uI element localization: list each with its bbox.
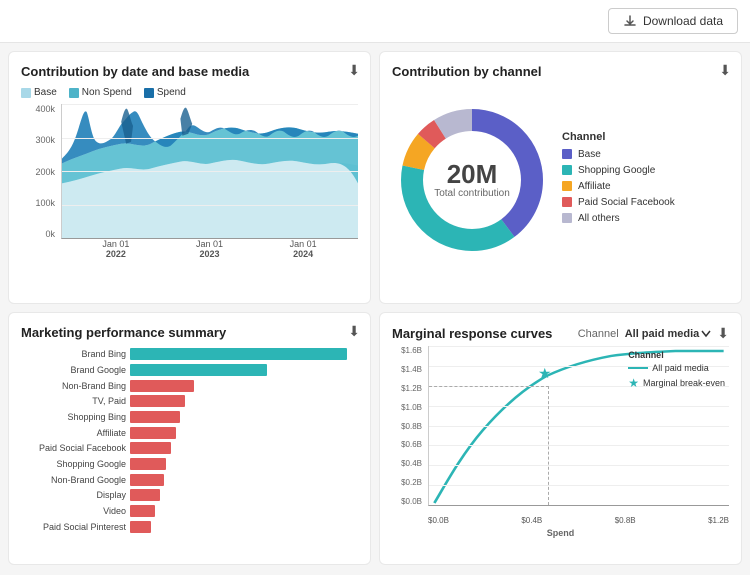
star-icon: ★ bbox=[628, 376, 639, 390]
chart4-yaxis: $1.6B $1.4B $1.2B $1.0B $0.8B $0.6B $0.4… bbox=[392, 346, 426, 506]
channel-select-button[interactable]: All paid media bbox=[625, 328, 712, 340]
chart4-legend: Channel All paid media ★ Marginal break-… bbox=[628, 350, 725, 393]
chart4-area: $1.6B $1.4B $1.2B $1.0B $0.8B $0.6B $0.4… bbox=[392, 346, 729, 526]
chart2-legend: Channel Base Shopping Google Affiliate P… bbox=[562, 131, 729, 229]
legend-item-all-others: All others bbox=[562, 213, 729, 224]
bar-row-display: Display bbox=[21, 489, 358, 502]
bar-row-brand-google: Brand Google bbox=[21, 364, 358, 377]
card-contribution-channel: Contribution by channel ⬇ bbox=[379, 51, 742, 304]
chart4-plot: ★ Channel All paid media ★ Marginal brea… bbox=[428, 346, 729, 506]
download-icon bbox=[623, 14, 637, 28]
legend-item-break-even: ★ Marginal break-even bbox=[628, 376, 725, 390]
card-marketing-performance: Marketing performance summary ⬇ Brand Bi… bbox=[8, 312, 371, 565]
chart4-xlabel: Spend bbox=[392, 528, 729, 538]
chart4-legend-title: Channel bbox=[628, 350, 725, 360]
donut-value: 20M bbox=[434, 160, 510, 189]
legend-item-base: Base bbox=[562, 149, 729, 160]
bar-row-tv-paid: TV, Paid bbox=[21, 395, 358, 408]
top-bar: Download data bbox=[0, 0, 750, 43]
chart4-xaxis: $0.0B $0.4B $0.8B $1.2B bbox=[428, 506, 729, 526]
line-icon bbox=[628, 364, 648, 372]
card2-title: Contribution by channel bbox=[392, 64, 729, 79]
card3-download-icon[interactable]: ⬇ bbox=[348, 323, 360, 340]
legend-spend-label: Spend bbox=[157, 87, 186, 98]
bar-row-shopping-google: Shopping Google bbox=[21, 458, 358, 471]
legend-spend: Spend bbox=[144, 87, 186, 98]
bar-row-paid-social-fb: Paid Social Facebook bbox=[21, 442, 358, 455]
legend-base-dot bbox=[21, 88, 31, 98]
bar-row-brand-bing: Brand Bing bbox=[21, 348, 358, 361]
bar-chart: Brand Bing Brand Google Non-Brand Bing T… bbox=[21, 348, 358, 533]
chart2-legend-title: Channel bbox=[562, 131, 729, 143]
chevron-down-icon bbox=[701, 330, 711, 338]
chart1-legend: Base Non Spend Spend bbox=[21, 87, 358, 98]
svg-text:★: ★ bbox=[538, 366, 551, 381]
legend-base-label: Base bbox=[34, 87, 57, 98]
bar-row-paid-social-pinterest: Paid Social Pinterest bbox=[21, 520, 358, 533]
card2-download-icon[interactable]: ⬇ bbox=[719, 62, 731, 79]
chart1-area: 400k 300k 200k 100k 0k bbox=[21, 104, 358, 259]
legend-item-all-paid-media: All paid media bbox=[628, 363, 725, 373]
legend-item-shopping-google: Shopping Google bbox=[562, 165, 729, 176]
card1-title: Contribution by date and base media bbox=[21, 64, 358, 79]
donut-label: Total contribution bbox=[434, 188, 510, 199]
card-marginal-response: Marginal response curves Channel All pai… bbox=[379, 312, 742, 565]
chart1-xaxis: Jan 01 2022 Jan 01 2023 Jan 01 2024 bbox=[61, 239, 358, 259]
download-data-button[interactable]: Download data bbox=[608, 8, 738, 34]
legend-spend-dot bbox=[144, 88, 154, 98]
bar-row-nonbrand-bing: Non-Brand Bing bbox=[21, 379, 358, 392]
legend-base: Base bbox=[21, 87, 57, 98]
legend-nonspend-label: Non Spend bbox=[82, 87, 132, 98]
legend-nonspend-dot bbox=[69, 88, 79, 98]
legend-item-affiliate: Affiliate bbox=[562, 181, 729, 192]
donut-chart: 20M Total contribution bbox=[392, 100, 552, 260]
bar-row-video: Video bbox=[21, 505, 358, 518]
bar-row-shopping-bing: Shopping Bing bbox=[21, 411, 358, 424]
card-contribution-date: Contribution by date and base media ⬇ Ba… bbox=[8, 51, 371, 304]
card3-title: Marketing performance summary bbox=[21, 325, 358, 340]
legend-item-paid-social-fb: Paid Social Facebook bbox=[562, 197, 729, 208]
download-data-label: Download data bbox=[643, 14, 723, 28]
channel-select-value: All paid media bbox=[625, 328, 700, 340]
card1-download-icon[interactable]: ⬇ bbox=[348, 62, 360, 79]
chart1-yaxis: 400k 300k 200k 100k 0k bbox=[21, 104, 59, 239]
legend-nonspend: Non Spend bbox=[69, 87, 132, 98]
donut-center: 20M Total contribution bbox=[434, 160, 510, 200]
channel-label: Channel bbox=[578, 328, 619, 340]
bar-row-nonbrand-google: Non-Brand Google bbox=[21, 473, 358, 486]
chart1-plot bbox=[61, 104, 358, 239]
main-grid: Contribution by date and base media ⬇ Ba… bbox=[0, 43, 750, 573]
card4-download-icon[interactable]: ⬇ bbox=[717, 325, 729, 342]
bar-row-affiliate: Affiliate bbox=[21, 426, 358, 439]
card4-title: Marginal response curves bbox=[392, 326, 552, 341]
chart2-inner: 20M Total contribution Channel Base Shop… bbox=[392, 87, 729, 272]
